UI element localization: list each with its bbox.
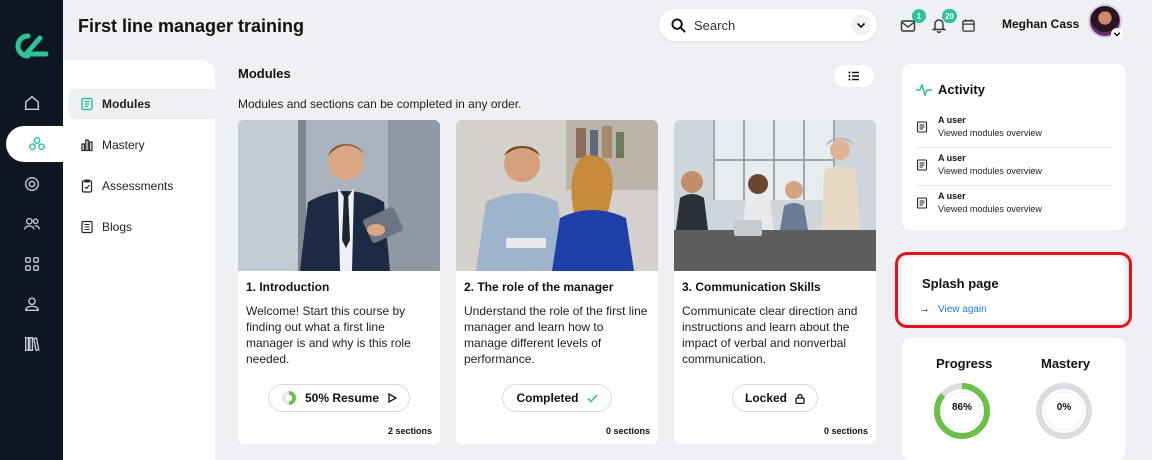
completed-label: Completed (516, 391, 579, 405)
search-dropdown-button[interactable] (851, 15, 871, 35)
section-title: Modules (238, 66, 291, 81)
document-icon (916, 121, 928, 133)
resume-label: 50% Resume (304, 391, 380, 405)
section-nav: Modules Mastery Assessments Blogs (63, 60, 215, 460)
notifications-badge: 20 (942, 9, 957, 23)
chevron-down-icon (856, 22, 866, 29)
calendar-icon (961, 18, 975, 32)
inbox-button[interactable]: 1 (898, 9, 926, 35)
metrics-panel: Progress Mastery 86% 0% (902, 338, 1125, 460)
mastery-label: Mastery (1041, 356, 1091, 371)
module-title: 2. The role of the manager (464, 280, 614, 294)
module-title: 3. Communication Skills (682, 280, 821, 294)
section-subtitle: Modules and sections can be completed in… (238, 97, 522, 111)
page-title: First line manager training (78, 16, 305, 36)
locked-button[interactable]: Locked (732, 384, 818, 412)
activity-action: Viewed modules overview (938, 204, 1042, 214)
lock-icon (795, 393, 805, 404)
activity-panel: Activity A user Viewed modules overview … (902, 64, 1125, 230)
module-description: Understand the role of the first line ma… (464, 304, 648, 366)
activity-action: Viewed modules overview (938, 128, 1042, 138)
subnav-item-modules[interactable]: Modules (68, 89, 215, 119)
subnav-item-mastery[interactable]: Mastery (68, 130, 215, 160)
module-card-role-of-manager[interactable]: 2. The role of the manager Understand th… (456, 120, 658, 444)
calendar-button[interactable] (958, 15, 978, 35)
subnav-label: Mastery (102, 138, 145, 152)
subnav-label: Blogs (102, 220, 133, 234)
progress-pie-icon (281, 391, 296, 405)
module-image (456, 120, 658, 271)
user-name[interactable]: Meghan Cass (1002, 17, 1079, 31)
search-icon (671, 17, 686, 33)
list-icon (848, 71, 859, 81)
rail-people[interactable] (0, 206, 63, 242)
notifications-button[interactable]: 20 (929, 9, 957, 35)
search-input[interactable] (694, 17, 834, 33)
pulse-icon (916, 84, 932, 96)
subnav-item-blogs[interactable]: Blogs (68, 212, 215, 242)
section-count: 0 sections (823, 426, 868, 436)
progress-value: 86% (951, 402, 972, 413)
left-rail (0, 0, 68, 460)
rail-modules[interactable] (6, 126, 68, 162)
progress-label: Progress (936, 356, 993, 371)
completed-button[interactable]: Completed (502, 384, 612, 412)
activity-action: Viewed modules overview (938, 166, 1042, 176)
list-view-toggle[interactable] (834, 65, 874, 87)
rail-library[interactable] (0, 326, 63, 362)
activity-user: A user (938, 153, 966, 163)
module-description: Communicate clear direction and instruct… (682, 304, 858, 366)
modules-icon (29, 136, 45, 151)
activity-item: A user Viewed modules overview (916, 188, 1112, 224)
person-icon (24, 297, 39, 311)
rail-home[interactable] (0, 85, 63, 121)
section-count: 2 sections (387, 426, 432, 436)
clipboard-icon (81, 179, 93, 193)
inbox-badge: 1 (912, 9, 926, 23)
mastery-value: 0% (1056, 402, 1072, 413)
activity-user: A user (938, 191, 966, 201)
chevron-down-icon (1113, 32, 1121, 37)
activity-item: A user Viewed modules overview (916, 112, 1112, 148)
document-icon (916, 159, 928, 171)
library-icon (24, 337, 40, 352)
checkmark-icon (586, 393, 598, 403)
module-image (674, 120, 876, 271)
module-description: Welcome! Start this course by finding ou… (246, 304, 411, 366)
module-image (238, 120, 440, 271)
search-box[interactable] (659, 9, 877, 41)
target-icon (24, 176, 39, 192)
rail-profile[interactable] (0, 286, 63, 322)
resume-button[interactable]: 50% Resume (268, 384, 410, 412)
module-card-introduction[interactable]: 1. Introduction Welcome! Start this cour… (238, 120, 440, 444)
module-title: 1. Introduction (246, 280, 330, 294)
highlight-box (895, 252, 1132, 328)
locked-label: Locked (744, 391, 787, 405)
section-count: 0 sections (605, 426, 650, 436)
document-icon (916, 197, 928, 209)
subnav-label: Modules (102, 97, 151, 111)
book-icon (81, 97, 93, 111)
activity-title: Activity (938, 82, 985, 97)
subnav-item-assessments[interactable]: Assessments (68, 171, 215, 201)
activity-user: A user (938, 115, 966, 125)
app-logo[interactable] (10, 30, 50, 62)
rail-goals[interactable] (0, 166, 63, 202)
subnav-label: Assessments (102, 179, 174, 193)
top-bar: First line manager training 1 20 Meghan … (63, 0, 1152, 58)
user-menu-caret[interactable] (1111, 28, 1123, 40)
module-card-communication-skills[interactable]: 3. Communication Skills Communicate clea… (674, 120, 876, 444)
grid-icon (24, 257, 39, 271)
rail-apps[interactable] (0, 246, 63, 282)
document-icon (81, 220, 93, 234)
play-icon (388, 393, 398, 403)
users-icon (23, 217, 40, 230)
home-icon (24, 95, 39, 111)
activity-item: A user Viewed modules overview (916, 150, 1112, 186)
bar-chart-icon (81, 139, 93, 152)
